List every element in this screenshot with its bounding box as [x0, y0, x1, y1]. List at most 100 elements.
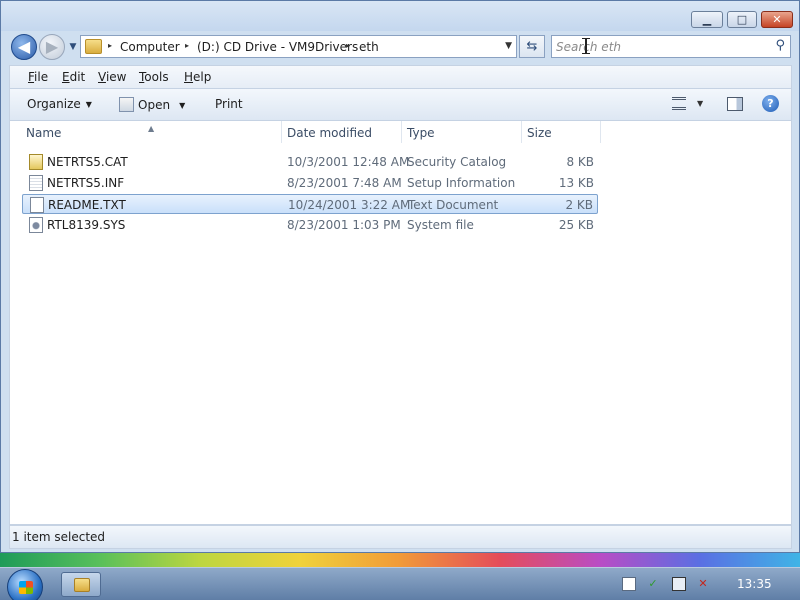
- forward-button[interactable]: ▶: [39, 34, 65, 60]
- taskbar: ✓ ✕ 13:35: [0, 567, 800, 600]
- status-bar: 1 item selected: [9, 525, 792, 549]
- column-header-date[interactable]: Date modified: [287, 126, 372, 140]
- open-label: Open: [138, 98, 171, 112]
- chevron-down-icon: ▼: [69, 42, 77, 52]
- folder-icon: [74, 578, 90, 592]
- menu-edit-accelerator: E: [62, 70, 70, 84]
- print-button[interactable]: Print: [215, 97, 243, 111]
- file-size: 13 KB: [558, 176, 594, 190]
- desktop-background: [0, 553, 800, 567]
- file-date: 10/3/2001 12:48 AM: [287, 155, 410, 169]
- refresh-icon: ⇆: [526, 39, 538, 54]
- network-icon[interactable]: ✓: [646, 577, 660, 591]
- close-icon: ✕: [772, 13, 782, 26]
- menu-help-label: elp: [193, 70, 212, 84]
- close-button[interactable]: ✕: [761, 11, 793, 28]
- file-type: Security Catalog: [407, 155, 507, 169]
- file-row[interactable]: NETRTS5.CAT 10/3/2001 12:48 AM Security …: [22, 152, 598, 172]
- menu-edit-label: dit: [69, 70, 86, 84]
- column-header-type[interactable]: Type: [407, 126, 435, 140]
- chevron-down-icon[interactable]: ▼: [697, 99, 703, 108]
- breadcrumb-eth[interactable]: eth: [359, 40, 379, 54]
- forward-arrow-icon: ▶: [45, 37, 59, 56]
- menu-view-label: iew: [105, 70, 127, 84]
- file-type: Text Document: [408, 198, 499, 212]
- file-row[interactable]: NETRTS5.INF 8/23/2001 7:48 AM Setup Info…: [22, 173, 598, 193]
- minimize-icon: ▁: [702, 13, 712, 26]
- file-date: 8/23/2001 1:03 PM: [287, 218, 401, 232]
- menu-file-label: ile: [34, 70, 49, 84]
- views-icon[interactable]: [672, 97, 686, 110]
- file-name: NETRTS5.INF: [47, 176, 125, 190]
- back-arrow-icon: ◀: [17, 37, 31, 56]
- file-name: README.TXT: [48, 198, 126, 212]
- column-divider[interactable]: [401, 121, 402, 143]
- address-bar[interactable]: ▸ Computer ▸ (D:) CD Drive - VM9Drivers …: [80, 35, 517, 58]
- chevron-down-icon: ▼: [85, 100, 92, 109]
- menu-edit[interactable]: Edit: [62, 70, 85, 84]
- open-button[interactable]: Open ▼: [119, 97, 185, 112]
- menu-tools[interactable]: Tools: [139, 70, 169, 84]
- taskbar-explorer-button[interactable]: [61, 572, 101, 597]
- breadcrumb-separator-icon[interactable]: ▸: [185, 41, 189, 50]
- explorer-window: ▁ □ ✕ ◀ ▶ ▼ ▸ Computer ▸ (D:) CD Drive -…: [0, 0, 800, 553]
- column-divider[interactable]: [600, 121, 601, 143]
- file-row-selected[interactable]: README.TXT 10/24/2001 3:22 AM Text Docum…: [22, 194, 598, 214]
- column-header-name[interactable]: Name ▲: [26, 124, 154, 140]
- back-button[interactable]: ◀: [11, 34, 37, 60]
- minimize-button[interactable]: ▁: [691, 11, 723, 28]
- menu-view[interactable]: View: [98, 70, 126, 84]
- menu-file[interactable]: File: [28, 70, 48, 84]
- recent-pages-button[interactable]: ▼: [67, 41, 79, 53]
- action-center-icon[interactable]: [622, 577, 636, 591]
- setup-info-file-icon: [29, 175, 43, 191]
- file-size: 8 KB: [566, 155, 594, 169]
- file-row[interactable]: RTL8139.SYS 8/23/2001 1:03 PM System fil…: [22, 215, 598, 235]
- breadcrumb-separator-icon[interactable]: ▸: [108, 41, 112, 50]
- breadcrumb-separator-icon[interactable]: ▸: [346, 41, 350, 50]
- search-icon[interactable]: ⚲: [775, 38, 785, 53]
- column-name-label: Name: [26, 126, 62, 140]
- system-file-icon: [29, 217, 43, 233]
- file-size: 2 KB: [565, 198, 593, 212]
- organize-label: Organize: [27, 97, 81, 111]
- file-type: System file: [407, 218, 474, 232]
- folder-icon: [85, 39, 102, 54]
- organize-button[interactable]: Organize ▼: [27, 97, 92, 111]
- file-date: 8/23/2001 7:48 AM: [287, 176, 402, 190]
- file-name: NETRTS5.CAT: [47, 155, 128, 169]
- breadcrumb-cd-drive[interactable]: (D:) CD Drive - VM9Drivers: [197, 40, 358, 54]
- help-icon[interactable]: ?: [762, 95, 779, 112]
- refresh-button[interactable]: ⇆: [519, 35, 545, 58]
- column-header-size[interactable]: Size: [527, 126, 552, 140]
- menu-help[interactable]: Help: [184, 70, 211, 84]
- text-cursor-icon: [582, 38, 590, 54]
- column-divider[interactable]: [521, 121, 522, 143]
- volume-muted-icon[interactable]: ✕: [696, 577, 710, 591]
- clock[interactable]: 13:35: [737, 577, 772, 591]
- menu-help-accelerator: H: [184, 70, 194, 84]
- column-divider[interactable]: [281, 121, 282, 143]
- address-dropdown-icon[interactable]: ▼: [505, 41, 512, 51]
- catalog-file-icon: [29, 154, 43, 170]
- sort-up-icon: ▲: [148, 124, 155, 133]
- file-date: 10/24/2001 3:22 AM: [288, 198, 411, 212]
- maximize-icon: □: [736, 13, 748, 26]
- file-size: 25 KB: [558, 218, 594, 232]
- start-button[interactable]: [7, 569, 43, 600]
- display-icon[interactable]: [672, 577, 686, 591]
- command-bar: Organize ▼ Open ▼ Print ▼ ?: [9, 89, 792, 121]
- menu-bar: File Edit View Tools Help: [9, 65, 792, 89]
- text-file-icon: [30, 197, 44, 213]
- windows-logo-icon: [19, 581, 33, 594]
- navigation-bar: ◀ ▶ ▼ ▸ Computer ▸ (D:) CD Drive - VM9Dr…: [1, 31, 799, 63]
- title-bar[interactable]: ▁ □ ✕: [1, 1, 799, 31]
- preview-pane-icon[interactable]: [727, 97, 743, 111]
- chevron-down-icon: ▼: [179, 101, 186, 110]
- maximize-button[interactable]: □: [727, 11, 757, 28]
- open-icon: [119, 97, 134, 112]
- file-type: Setup Information: [407, 176, 516, 190]
- breadcrumb-computer[interactable]: Computer: [120, 40, 180, 54]
- menu-view-accelerator: V: [98, 70, 106, 84]
- menu-tools-label: ools: [144, 70, 169, 84]
